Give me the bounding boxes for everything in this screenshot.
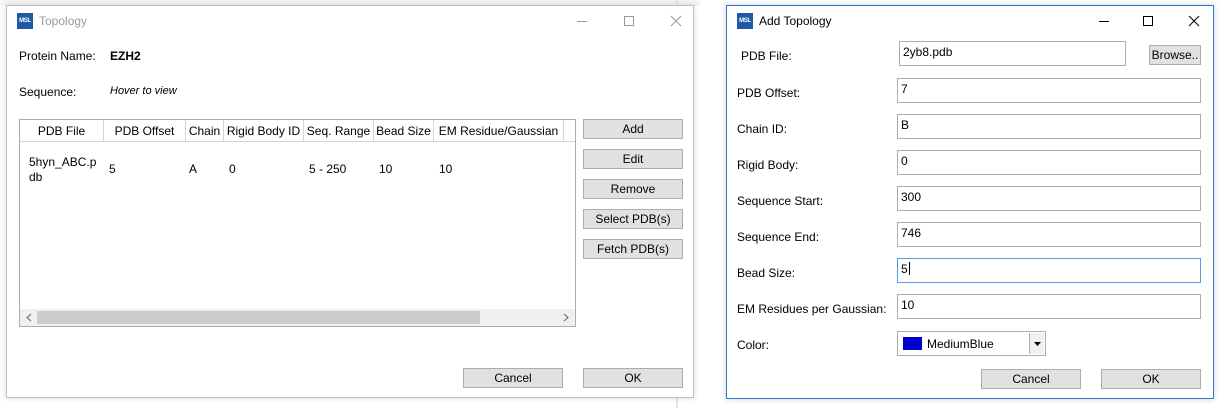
table-header: PDB File PDB Offset Chain Rigid Body ID … [20, 120, 575, 142]
column-header[interactable]: PDB Offset [104, 120, 186, 142]
topology-table[interactable]: PDB File PDB Offset Chain Rigid Body ID … [19, 119, 576, 327]
column-header[interactable]: Seq. Range [304, 120, 374, 142]
protein-name-label: Protein Name: [19, 49, 96, 63]
color-swatch [903, 337, 922, 350]
horizontal-scrollbar[interactable] [20, 309, 575, 326]
column-header[interactable]: EM Residue/Gaussian [434, 120, 564, 142]
cell-seq-range: 5 - 250 [309, 162, 347, 176]
maximize-button[interactable] [1133, 10, 1163, 32]
window-title: Add Topology [759, 14, 832, 28]
add-topology-titlebar[interactable]: MSL Add Topology [727, 6, 1213, 36]
close-button[interactable] [661, 10, 691, 32]
chain-id-label: Chain ID: [737, 122, 788, 136]
em-residues-label: EM Residues per Gaussian: [737, 302, 887, 316]
cell-rigid-body-id: 0 [229, 162, 236, 176]
edit-button[interactable]: Edit [583, 149, 683, 169]
close-icon [670, 15, 682, 27]
column-header[interactable]: PDB File [20, 120, 104, 142]
maximize-button[interactable] [614, 10, 644, 32]
cell-chain: A [189, 162, 198, 176]
sequence-end-label: Sequence End: [737, 230, 820, 244]
protein-name-value: EZH2 [110, 49, 141, 63]
add-button[interactable]: Add [583, 119, 683, 139]
chevron-down-icon [1034, 342, 1041, 346]
sequence-label: Sequence: [19, 85, 77, 99]
fetch-pdbs-button[interactable]: Fetch PDB(s) [583, 239, 683, 259]
scroll-left-icon[interactable] [24, 312, 34, 323]
sequence-start-label: Sequence Start: [737, 194, 824, 208]
minimize-icon [1099, 21, 1109, 22]
minimize-button[interactable] [1089, 10, 1119, 32]
bead-size-field[interactable]: 5 [897, 258, 1201, 283]
maximize-icon [1143, 16, 1153, 26]
cancel-button[interactable]: Cancel [981, 369, 1081, 389]
column-header[interactable]: Bead Size [374, 120, 434, 142]
sequence-start-field[interactable]: 300 [897, 186, 1201, 211]
cell-pdb-file: 5hyn_ABC.pdb [29, 155, 97, 184]
minimize-icon [577, 21, 587, 22]
window-title: Topology [39, 14, 88, 28]
browse-button[interactable]: Browse.. [1149, 45, 1201, 65]
bead-size-label: Bead Size: [737, 266, 796, 280]
topology-titlebar[interactable]: MSL Topology [7, 6, 693, 36]
color-value: MediumBlue [927, 337, 994, 351]
text-caret [908, 262, 910, 275]
column-header[interactable]: Chain [186, 120, 224, 142]
sequence-end-field[interactable]: 746 [897, 222, 1201, 247]
color-dropdown-button[interactable] [1029, 333, 1044, 354]
pdb-file-label: PDB File: [741, 49, 792, 63]
remove-button[interactable]: Remove [583, 179, 683, 199]
cell-pdb-offset: 5 [109, 162, 116, 176]
scroll-right-icon[interactable] [561, 312, 571, 323]
rigid-body-field[interactable]: 0 [897, 150, 1201, 175]
app-icon: MSL [737, 13, 753, 29]
bead-size-value: 5 [901, 262, 908, 276]
pdb-file-field[interactable]: 2yb8.pdb [899, 41, 1126, 66]
close-button[interactable] [1179, 10, 1209, 32]
select-pdbs-button[interactable]: Select PDB(s) [583, 209, 683, 229]
pdb-offset-field[interactable]: 7 [897, 78, 1201, 103]
rigid-body-label: Rigid Body: [737, 158, 799, 172]
app-icon: MSL [17, 13, 33, 29]
maximize-icon [624, 16, 634, 26]
color-label: Color: [737, 338, 770, 352]
ok-button[interactable]: OK [583, 368, 683, 388]
cell-em-residue: 10 [439, 162, 453, 176]
close-icon [1188, 15, 1200, 27]
sequence-hover-value[interactable]: Hover to view [110, 85, 177, 97]
ok-button[interactable]: OK [1101, 369, 1201, 389]
cell-bead-size: 10 [379, 162, 393, 176]
cancel-button[interactable]: Cancel [463, 368, 563, 388]
column-header[interactable]: Rigid Body ID [224, 120, 304, 142]
add-topology-window: MSL Add Topology PDB File: 2yb8.pdb Brow… [726, 5, 1214, 399]
pdb-offset-label: PDB Offset: [737, 86, 801, 100]
scrollbar-thumb[interactable] [37, 311, 480, 324]
minimize-button[interactable] [567, 10, 597, 32]
topology-window: MSL Topology Protein Name: EZH2 Sequence… [6, 5, 694, 398]
em-residues-field[interactable]: 10 [897, 294, 1201, 319]
chain-id-field[interactable]: B [897, 114, 1201, 139]
color-select[interactable]: MediumBlue [897, 331, 1046, 356]
